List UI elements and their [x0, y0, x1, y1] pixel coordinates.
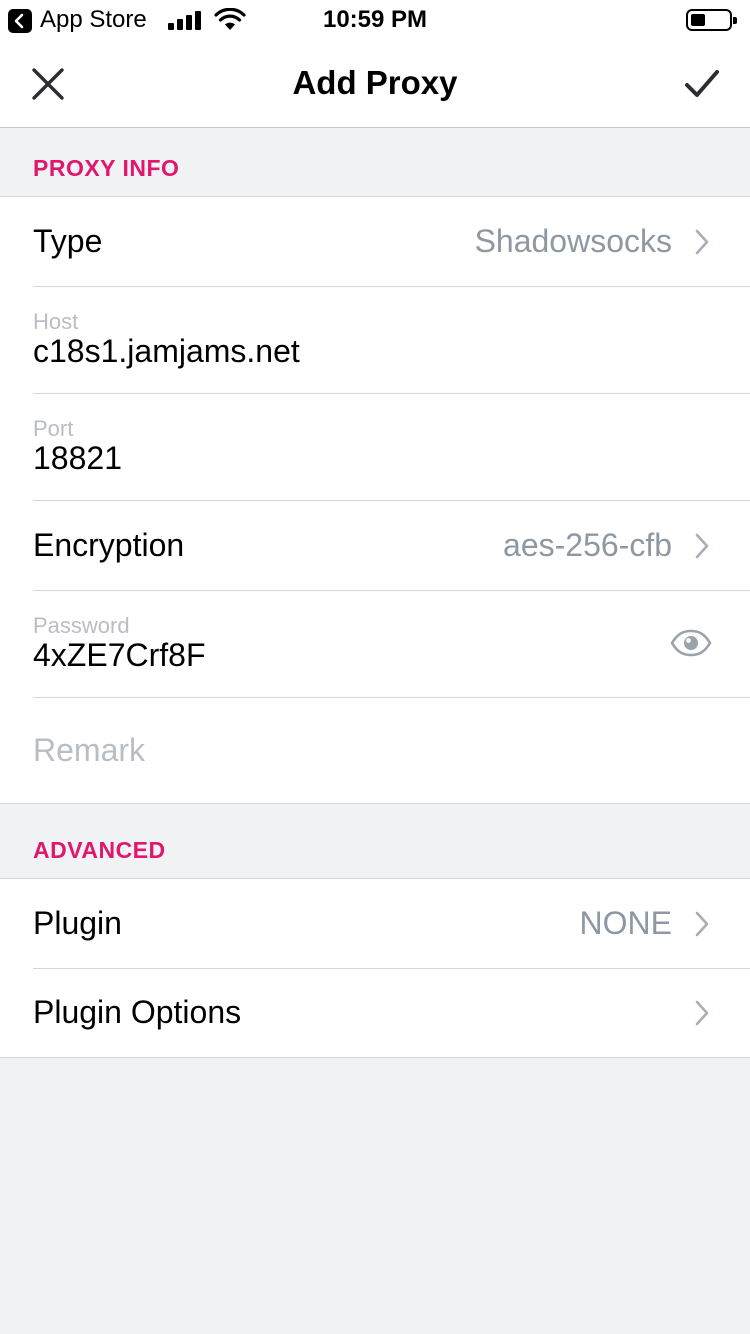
proxy-info-group: Type Shadowsocks Host c18s1.jamjams.net …: [0, 196, 750, 804]
remark-field[interactable]: Remark: [0, 697, 750, 803]
plugin-row[interactable]: Plugin NONE: [0, 879, 750, 968]
section-header-advanced: ADVANCED: [0, 811, 750, 879]
section-header-proxy-info: PROXY INFO: [0, 129, 750, 197]
type-value: Shadowsocks: [474, 223, 672, 259]
status-time: 10:59 PM: [322, 6, 428, 33]
host-field[interactable]: Host c18s1.jamjams.net: [0, 286, 750, 393]
port-input[interactable]: 18821: [33, 440, 122, 477]
type-row[interactable]: Type Shadowsocks: [0, 197, 750, 286]
battery-icon: [686, 9, 737, 31]
checkmark-icon[interactable]: [682, 66, 722, 102]
host-input[interactable]: c18s1.jamjams.net: [33, 333, 300, 370]
encryption-row[interactable]: Encryption aes-256-cfb: [0, 500, 750, 590]
plugin-label: Plugin: [33, 905, 122, 941]
eye-icon[interactable]: [670, 629, 712, 657]
status-bar: App Store 10:59 PM: [0, 0, 750, 40]
password-field[interactable]: Password 4xZE7Crf8F: [0, 590, 750, 697]
encryption-value: aes-256-cfb: [503, 527, 672, 563]
page-title: Add Proxy: [292, 64, 458, 101]
advanced-group: Plugin NONE Plugin Options: [0, 878, 750, 1058]
chevron-right-icon: [695, 911, 709, 937]
chevron-right-icon: [695, 229, 709, 255]
section-header-label: PROXY INFO: [33, 155, 180, 181]
password-input[interactable]: 4xZE7Crf8F: [33, 637, 205, 674]
plugin-options-label: Plugin Options: [33, 994, 242, 1030]
chevron-right-icon: [695, 533, 709, 559]
plugin-value: NONE: [579, 905, 672, 941]
chevron-right-icon: [695, 1000, 709, 1026]
port-field[interactable]: Port 18821: [0, 393, 750, 500]
host-caption: Host: [33, 309, 79, 334]
plugin-options-row[interactable]: Plugin Options: [0, 968, 750, 1057]
remark-input[interactable]: Remark: [33, 732, 145, 769]
encryption-label: Encryption: [33, 527, 185, 563]
port-caption: Port: [33, 416, 74, 441]
navigation-bar: Add Proxy: [0, 40, 750, 128]
section-header-label: ADVANCED: [33, 837, 166, 863]
type-label: Type: [33, 223, 103, 259]
password-caption: Password: [33, 613, 130, 638]
